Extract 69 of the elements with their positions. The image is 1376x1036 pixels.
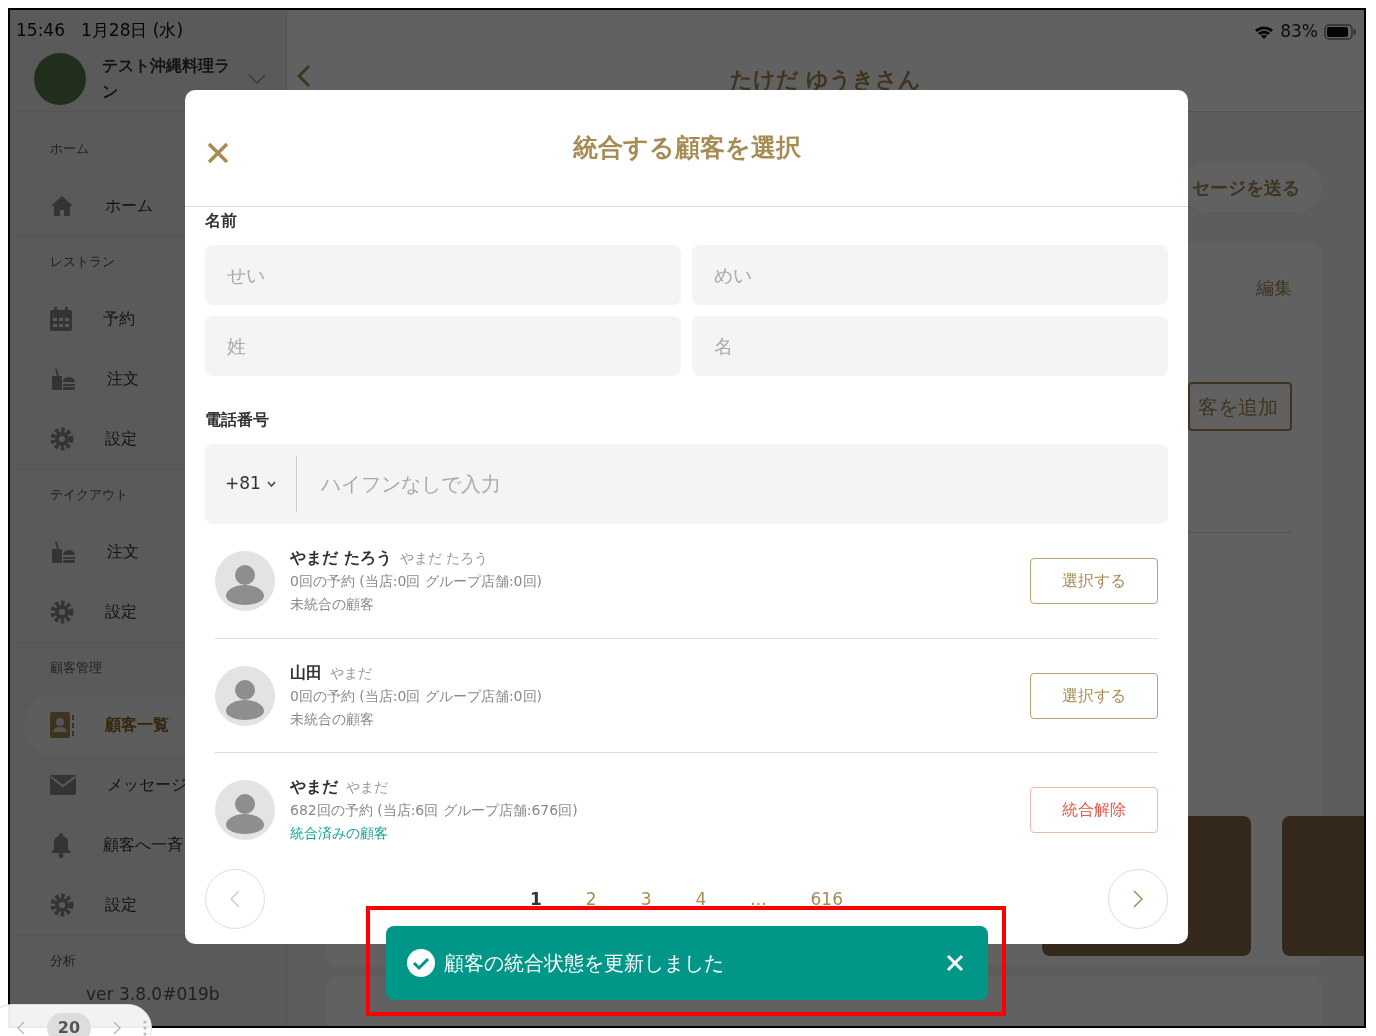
- chevron-right-icon[interactable]: [113, 1021, 121, 1035]
- chevron-left-icon[interactable]: [17, 1021, 25, 1035]
- field-label: 電話番号: [205, 409, 270, 431]
- restaurant-name: テスト沖縄料理ラン: [102, 54, 231, 103]
- logo-placeholder: [34, 52, 86, 105]
- unmerge-button[interactable]: 統合解除: [1030, 786, 1158, 833]
- customer-name: やまだ やまだ: [290, 775, 389, 798]
- tab-count[interactable]: 20: [47, 1013, 91, 1036]
- chevron-right-icon: [1133, 890, 1143, 908]
- customer-name: やまだ たろう やまだ たろう: [290, 547, 490, 569]
- sidebar-item[interactable]: 設定: [10, 875, 286, 935]
- avatar-icon: [215, 779, 275, 840]
- edit-link[interactable]: 編集: [1256, 273, 1292, 303]
- close-icon: [946, 954, 964, 972]
- input-field[interactable]: めい: [692, 245, 1168, 305]
- food-tray-icon: [50, 541, 76, 563]
- wifi-icon: [1254, 24, 1275, 40]
- page-title: たけだ ゆうきさん: [729, 65, 922, 94]
- reservation-count: 0回の予約 (当店:0回 グループ店舗:0回): [290, 686, 543, 706]
- caret-icon: [266, 481, 276, 487]
- reservation-count: 682回の予約 (当店:6回 グループ店舗:676回): [290, 800, 579, 820]
- envelope-icon: [50, 775, 76, 795]
- calendar-icon: [50, 307, 72, 331]
- field-label: 名前: [205, 210, 238, 232]
- bell-icon: [50, 832, 72, 858]
- sidebar-item[interactable]: 設定: [10, 582, 286, 642]
- page-number[interactable]: 4: [685, 889, 717, 909]
- input-field[interactable]: 姓: [205, 316, 681, 376]
- close-button[interactable]: [205, 140, 231, 166]
- sidebar-item[interactable]: 注文: [10, 522, 286, 582]
- page-number[interactable]: 1: [520, 889, 552, 909]
- version-text: ver 3.8.0#019b: [86, 984, 220, 1004]
- home-icon: [50, 195, 74, 217]
- battery-icon: [1324, 24, 1356, 40]
- food-tray-icon: [50, 368, 76, 390]
- country-code-select[interactable]: +81: [205, 456, 297, 512]
- customer-name: 山田 やまだ: [290, 661, 373, 684]
- ellipsis[interactable]: ...: [740, 889, 777, 909]
- gear-icon: [50, 427, 74, 451]
- page-number[interactable]: 3: [630, 889, 662, 909]
- add-button[interactable]: 客を追加: [1188, 382, 1292, 431]
- reservation-count: 0回の予約 (当店:0回 グループ店舗:0回): [290, 572, 543, 591]
- battery-percent: 83%: [1280, 20, 1318, 44]
- input-field[interactable]: せい: [205, 245, 681, 305]
- more-icon[interactable]: [143, 1020, 147, 1036]
- page-number[interactable]: 2: [575, 889, 607, 909]
- check-circle-icon: [406, 948, 436, 978]
- select-button[interactable]: 選択する: [1030, 672, 1158, 719]
- toast-message: 顧客の統合状態を更新しました: [444, 950, 725, 977]
- avatar-icon: [215, 665, 275, 726]
- status-date: 1月28日 (水): [81, 19, 184, 42]
- gear-icon: [50, 600, 74, 624]
- status-time: 15:46: [16, 19, 65, 42]
- merge-status: 未統合の顧客: [290, 709, 375, 729]
- chevron-left-icon: [230, 890, 240, 908]
- phone-field[interactable]: +81 ハイフンなしで入力: [205, 444, 1168, 524]
- merge-status: 統合済みの顧客: [290, 823, 389, 843]
- back-chevron-icon[interactable]: [297, 64, 311, 88]
- gear-icon: [50, 893, 74, 917]
- close-icon: [207, 142, 229, 164]
- chevron-down-icon[interactable]: [248, 73, 266, 84]
- merge-status: 未統合の顧客: [290, 595, 375, 614]
- sidebar-item[interactable]: メッセージ: [10, 755, 286, 815]
- contact-book-icon: [50, 712, 74, 738]
- avatar-icon: [215, 551, 275, 611]
- select-button[interactable]: 選択する: [1030, 558, 1158, 604]
- modal-title: 統合する顧客を選択: [572, 132, 801, 165]
- input-field[interactable]: 名: [692, 316, 1168, 376]
- page-number[interactable]: 616: [800, 889, 853, 909]
